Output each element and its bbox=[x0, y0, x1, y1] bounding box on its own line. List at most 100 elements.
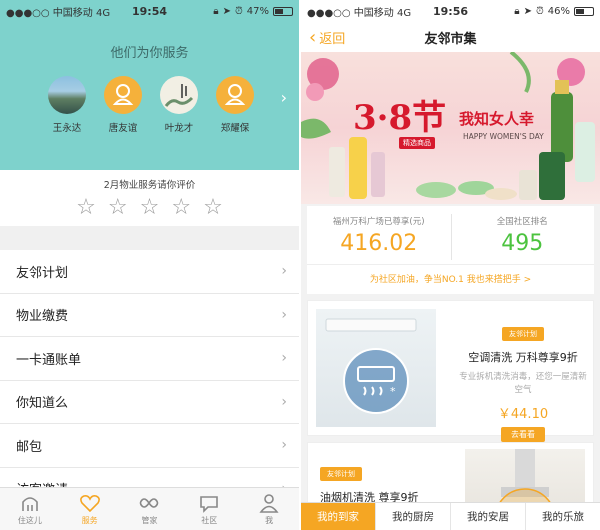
market-screen: ●●●○○ 中国移动 4G 19:56 🔒︎ ➤ ⏰︎ 46% ‹ 返回 友邻市… bbox=[301, 0, 600, 530]
product-card[interactable]: * 友邻计划 空调清洗 万科尊享9折 专业拆机清洗消毒，还您一屋清新空气 ￥44… bbox=[307, 300, 594, 442]
divider bbox=[307, 264, 594, 265]
service-menu: 友邻计划› 物业缴费› 一卡通账单› 你知道么› 邮包› 访客邀请› bbox=[0, 250, 299, 511]
rating-prompt: 2月物业服务请你评价 bbox=[103, 180, 196, 191]
avatar bbox=[104, 76, 142, 114]
rating-panel: 2月物业服务请你评价 ☆ ☆ ☆ ☆ ☆ bbox=[0, 170, 299, 226]
cheer-link[interactable]: 为社区加油，争当NO.1 我也来搭把手 > bbox=[307, 272, 594, 285]
menu-item-neighbor-plan[interactable]: 友邻计划 › bbox=[0, 250, 299, 294]
tab-my-travel[interactable]: 我的乐旅 bbox=[526, 503, 600, 530]
provider-name: 郑耀保 bbox=[220, 123, 250, 134]
menu-label: 邮包 bbox=[16, 439, 43, 455]
tab-label: 服务 bbox=[81, 515, 98, 525]
svg-text:*: * bbox=[390, 385, 396, 398]
chevron-right-icon: › bbox=[281, 393, 287, 410]
aircon-image: * bbox=[316, 309, 436, 427]
tab-label: 我 bbox=[265, 515, 274, 525]
market-tabs: 我的到家 我的厨房 我的安居 我的乐旅 bbox=[301, 502, 600, 530]
plan-tag: 友邻计划 bbox=[502, 327, 544, 341]
tab-my-home-service[interactable]: 我的到家 bbox=[301, 503, 376, 530]
chat-bubble-icon bbox=[200, 495, 219, 513]
star-icon[interactable]: ☆ bbox=[140, 197, 160, 219]
avatar bbox=[216, 76, 254, 114]
default-user-icon bbox=[112, 84, 134, 105]
service-screen: ●●●○○ 中国移动 4G 19:54 🔒︎ ➤ ⏰︎ 47% 他们为你服务 王… bbox=[0, 0, 299, 530]
star-icon[interactable]: ☆ bbox=[108, 197, 128, 219]
menu-label: 物业缴费 bbox=[16, 309, 69, 325]
calligraphy-photo bbox=[164, 84, 194, 107]
provider-name: 唐友谊 bbox=[108, 123, 138, 134]
banner-decoration bbox=[301, 52, 595, 200]
go-see-button[interactable]: 去看看 bbox=[501, 427, 545, 442]
card-price: ￥44.10 bbox=[497, 407, 549, 422]
provider-list: 王永达 唐友谊 叶龙才 郑耀保 bbox=[46, 76, 256, 134]
card-title: 空调清洗 万科尊享9折 bbox=[468, 351, 578, 364]
default-user-icon bbox=[224, 84, 246, 105]
person-icon bbox=[259, 493, 279, 513]
tab-label: 社区 bbox=[201, 515, 218, 525]
page-title: 友邻市集 bbox=[424, 31, 477, 47]
banner-headline: 3·8节 bbox=[353, 98, 447, 138]
community-stats: 福州万科广场已尊享(元) 416.02 全国社区排名 495 为社区加油，争当N… bbox=[307, 206, 594, 294]
womens-day-banner[interactable]: 3·8节 我知女人幸 HAPPY WOMEN'S DAY 精选商品 bbox=[301, 52, 600, 204]
tab-my-living[interactable]: 我的安居 bbox=[451, 503, 526, 530]
star-icon[interactable]: ☆ bbox=[203, 197, 223, 219]
provider-item[interactable]: 叶龙才 bbox=[158, 76, 200, 134]
plan-tag: 友邻计划 bbox=[320, 467, 362, 481]
status-bar: ●●●○○ 中国移动 4G 19:54 🔒︎ ➤ ⏰︎ 47% bbox=[0, 0, 299, 22]
infinity-icon bbox=[140, 497, 159, 508]
menu-item-property-fee[interactable]: 物业缴费 › bbox=[0, 294, 299, 337]
clock: 19:54 bbox=[131, 4, 167, 18]
star-icon[interactable]: ☆ bbox=[171, 197, 191, 219]
menu-item-parcel[interactable]: 邮包 › bbox=[0, 424, 299, 468]
services-title: 他们为你服务 bbox=[110, 46, 189, 61]
heart-icon bbox=[79, 494, 100, 512]
menu-label: 一卡通账单 bbox=[16, 352, 82, 368]
provider-item[interactable]: 唐友谊 bbox=[102, 76, 144, 134]
star-icon[interactable]: ☆ bbox=[76, 197, 96, 219]
menu-label: 友邻计划 bbox=[16, 265, 69, 281]
tab-butler[interactable]: 管家 bbox=[120, 488, 180, 530]
battery-icon bbox=[273, 6, 293, 16]
saved-label: 福州万科广场已尊享(元) bbox=[332, 217, 425, 227]
chevron-right-icon: › bbox=[281, 350, 287, 367]
tab-me[interactable]: 我 bbox=[239, 488, 299, 530]
avatar bbox=[48, 76, 86, 114]
card-description: 专业拆机清洗消毒，还您一屋清新空气 bbox=[459, 372, 587, 395]
tab-service[interactable]: 服务 bbox=[60, 488, 120, 530]
tab-home[interactable]: 住这儿 bbox=[0, 488, 60, 530]
menu-label: 你知道么 bbox=[16, 396, 69, 412]
tab-community[interactable]: 社区 bbox=[179, 488, 239, 530]
chevron-right-icon: › bbox=[281, 263, 287, 280]
saved-stat: 福州万科广场已尊享(元) 416.02 bbox=[307, 206, 451, 256]
back-button[interactable]: ‹ 返回 bbox=[309, 28, 345, 47]
house-icon bbox=[22, 496, 38, 511]
banner-english: HAPPY WOMEN'S DAY bbox=[463, 132, 544, 141]
tab-bar: 住这儿 服务 管家 社区 我 bbox=[0, 487, 299, 530]
provider-item[interactable]: 王永达 bbox=[46, 76, 88, 134]
provider-name: 叶龙才 bbox=[164, 123, 194, 134]
rank-stat: 全国社区排名 495 bbox=[451, 206, 595, 256]
banner-script: 我知女人幸 bbox=[459, 110, 535, 128]
clock: 19:56 bbox=[432, 4, 468, 18]
menu-item-did-you-know[interactable]: 你知道么 › bbox=[0, 381, 299, 424]
rank-value: 495 bbox=[501, 231, 544, 256]
banner-badge: 精选商品 bbox=[399, 137, 435, 149]
chevron-right-icon: › bbox=[281, 437, 287, 454]
rank-label: 全国社区排名 bbox=[496, 217, 548, 227]
provider-name: 王永达 bbox=[52, 123, 82, 134]
back-label: 返回 bbox=[319, 32, 346, 47]
star-rating: ☆ ☆ ☆ ☆ ☆ bbox=[0, 197, 299, 219]
status-bar: ●●●○○ 中国移动 4G 19:56 🔒︎ ➤ ⏰︎ 46% bbox=[301, 0, 600, 22]
avatar bbox=[160, 76, 198, 114]
saved-value: 416.02 bbox=[340, 231, 418, 256]
tab-my-kitchen[interactable]: 我的厨房 bbox=[376, 503, 451, 530]
tab-label: 住这儿 bbox=[17, 515, 42, 525]
tab-label: 管家 bbox=[141, 515, 158, 525]
provider-item[interactable]: 郑耀保 bbox=[214, 76, 256, 134]
menu-item-card-bill[interactable]: 一卡通账单 › bbox=[0, 337, 299, 381]
chevron-right-icon[interactable]: › bbox=[281, 88, 287, 107]
nav-bar: ‹ 返回 友邻市集 bbox=[301, 22, 600, 52]
aircon-icon: * bbox=[325, 318, 417, 414]
battery-icon bbox=[574, 6, 594, 16]
chevron-right-icon: › bbox=[281, 306, 287, 323]
